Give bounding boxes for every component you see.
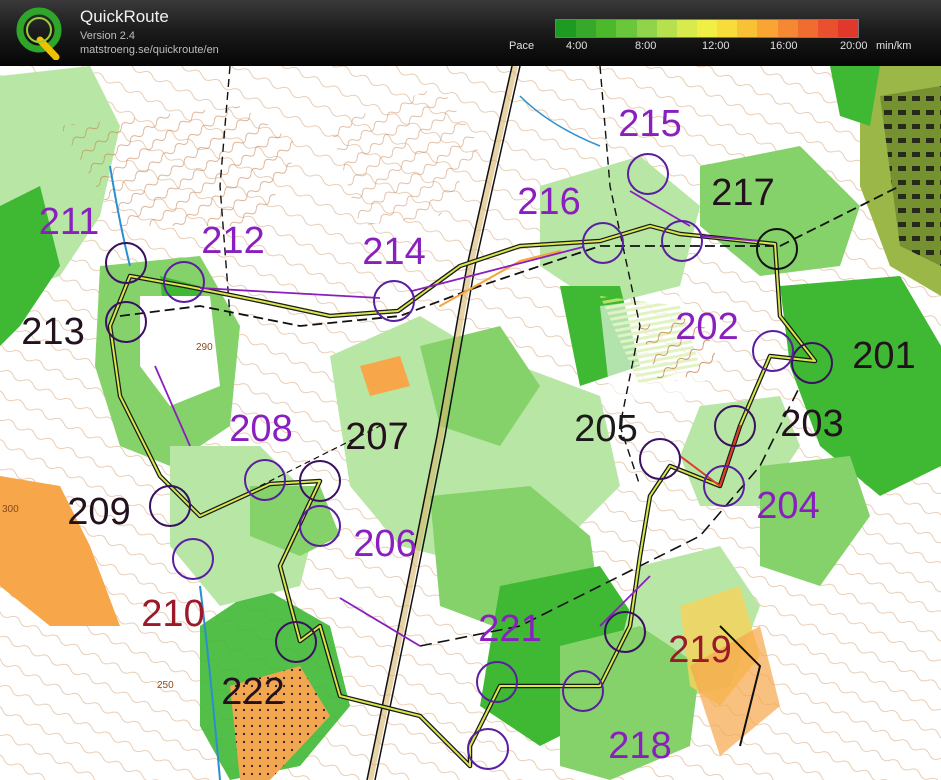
app-version: Version 2.4 [80,30,136,42]
pace-color-swatch [696,20,718,37]
control-label: 222 [221,671,284,713]
control-label: 211 [39,201,100,243]
control-label: 212 [201,220,264,262]
pace-color-swatch [837,20,859,37]
control-label: 214 [362,231,425,273]
control-label: 221 [478,608,541,650]
pace-tick: 4:00 [566,40,588,52]
pace-color-swatch [676,20,697,37]
control-label: 209 [67,491,130,533]
control-label: 215 [618,103,681,145]
app-url[interactable]: matstroeng.se/quickroute/en [80,44,219,56]
pace-unit: min/km [876,40,912,52]
quickroute-logo-icon [16,7,62,60]
pace-color-swatch [656,20,677,37]
pace-color-swatch [717,20,738,37]
control-label: 204 [756,485,819,527]
control-label: 216 [517,181,580,223]
app-header: QuickRoute Version 2.4 matstroeng.se/qui… [0,0,941,66]
pace-tick: 20:00 [840,40,868,52]
control-label: 213 [21,311,84,353]
control-label: 201 [852,335,915,377]
pace-color-swatch [777,20,798,37]
pace-label: Pace [509,40,535,52]
control-label: 219 [668,629,731,671]
app-title: QuickRoute [80,7,169,26]
pace-tick: 8:00 [635,40,657,52]
pace-color-swatch [616,20,637,37]
pace-color-swatch [757,20,778,37]
control-label: 202 [675,306,738,348]
control-label: 217 [711,172,774,214]
pace-color-swatch [817,20,838,37]
control-label: 208 [229,408,292,450]
pace-color-swatch [636,20,657,37]
pace-tick: 12:00 [702,40,730,52]
control-label: 210 [141,593,204,635]
control-label: 203 [780,403,843,445]
control-label: 206 [353,523,416,565]
pace-color-swatch [797,20,818,37]
pace-color-swatch [737,20,758,37]
contour-label: 290 [196,342,213,353]
control-label: 218 [608,725,671,767]
orienteering-map[interactable]: 201 202 203 204 205 206 207 208 209 210 … [0,66,941,780]
control-label: 205 [574,408,637,450]
pace-color-swatch [576,20,597,37]
pace-color-scale [555,19,859,38]
control-label: 207 [345,416,408,458]
contour-label: 300 [2,504,19,515]
pace-color-swatch [596,20,617,37]
contour-label: 250 [157,680,174,691]
pace-tick: 16:00 [770,40,798,52]
pace-color-swatch [556,20,577,37]
